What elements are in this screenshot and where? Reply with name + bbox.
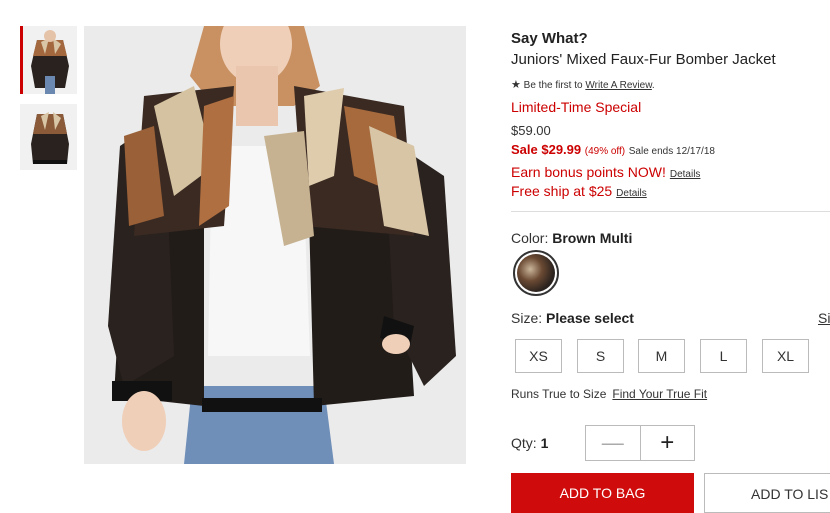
thumbnail-1[interactable] [20, 26, 77, 94]
write-review-link[interactable]: Write A Review [585, 80, 652, 91]
thumbnail-1-image [23, 26, 77, 94]
swatch-image [517, 254, 555, 292]
star-icon: ★ [511, 79, 521, 91]
size-option-xs[interactable]: XS [515, 339, 562, 373]
thumbnail-2[interactable] [20, 104, 77, 170]
promo-label: Limited-Time Special [511, 99, 642, 115]
color-label: Color: Brown Multi [511, 230, 632, 246]
sale-ends: Sale ends 12/17/18 [628, 146, 715, 157]
review-line: ★ Be the first to Write A Review. [511, 78, 655, 91]
sale-price-line: Sale $29.99 (49% off) Sale ends 12/17/18 [511, 142, 715, 157]
size-option-m[interactable]: M [638, 339, 685, 373]
quantity-label-text: Qty: [511, 435, 537, 451]
divider [511, 211, 830, 212]
thumbnail-2-image [23, 104, 77, 170]
ship-line: Free ship at $25 Details [511, 183, 647, 199]
product-brand[interactable]: Say What? [511, 30, 588, 47]
review-suffix: . [651, 80, 655, 91]
size-label-text: Size: [511, 310, 543, 326]
size-value: Please select [546, 310, 634, 326]
size-option-l[interactable]: L [700, 339, 747, 373]
product-photo [84, 26, 466, 464]
size-label: Size: Please select [511, 310, 634, 326]
ship-details-link[interactable]: Details [616, 188, 647, 199]
find-true-fit-link[interactable]: Find Your True Fit [612, 387, 707, 401]
thumbnail-list [20, 26, 78, 180]
ship-text: Free ship at $25 [511, 183, 613, 199]
size-option-s[interactable]: S [577, 339, 624, 373]
review-prefix: Be the first to [523, 80, 583, 91]
main-product-image[interactable] [84, 26, 466, 464]
add-to-list-button[interactable]: ADD TO LIS [704, 473, 830, 513]
size-option-xl[interactable]: XL [762, 339, 809, 373]
fit-text: Runs True to Size [511, 387, 607, 401]
quantity-label: Qty: 1 [511, 435, 548, 451]
quantity-stepper: — + [585, 425, 695, 461]
sale-price: Sale $29.99 [511, 142, 582, 157]
fit-line: Runs True to Size Find Your True Fit [511, 387, 707, 401]
color-swatch-brown-multi[interactable] [513, 250, 559, 296]
quantity-minus-button[interactable]: — [586, 426, 640, 460]
product-name: Juniors' Mixed Faux-Fur Bomber Jacket [511, 51, 776, 68]
original-price: $59.00 [511, 123, 551, 138]
quantity-plus-button[interactable]: + [639, 426, 695, 460]
bonus-details-link[interactable]: Details [670, 169, 701, 180]
color-value: Brown Multi [552, 230, 633, 246]
bonus-line: Earn bonus points NOW! Details [511, 164, 700, 180]
color-label-text: Color: [511, 230, 549, 246]
sale-percent: (49% off) [584, 146, 626, 157]
size-chart-link[interactable]: Si [818, 310, 830, 326]
quantity-value: 1 [540, 435, 549, 451]
add-to-bag-button[interactable]: ADD TO BAG [511, 473, 694, 513]
bonus-text: Earn bonus points NOW! [511, 164, 666, 180]
